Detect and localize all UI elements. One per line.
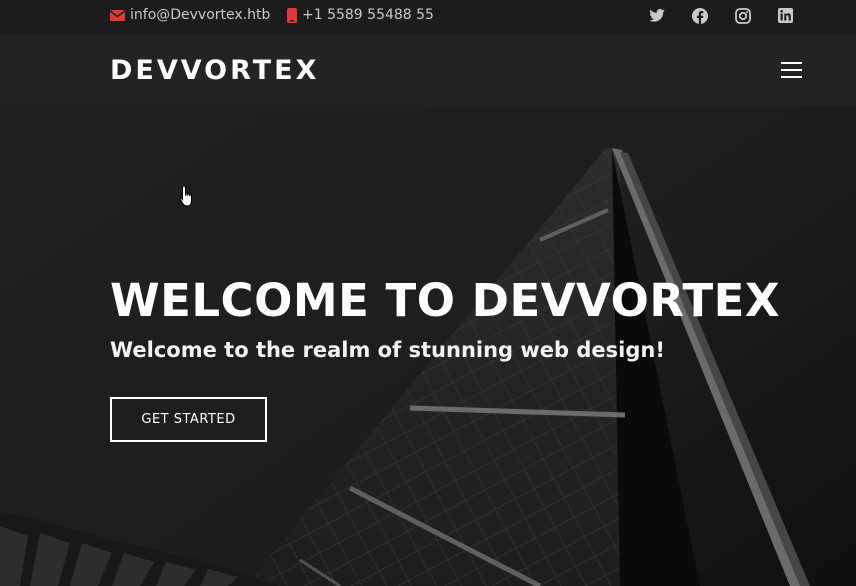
- contact-phone-text[interactable]: +1 5589 55488 55: [302, 7, 434, 23]
- hand-pointer-cursor-icon: [179, 185, 192, 207]
- envelope-icon: [110, 9, 125, 21]
- contact-phone[interactable]: +1 5589 55488 55: [287, 7, 434, 23]
- hero-title: WELCOME TO DEVVORTEX: [110, 274, 781, 327]
- facebook-icon[interactable]: [691, 7, 708, 24]
- social-links: [648, 7, 794, 24]
- twitter-icon[interactable]: [648, 7, 665, 24]
- hero-subtitle: Welcome to the realm of stunning web des…: [110, 338, 665, 362]
- site-logo[interactable]: DEVVORTEX: [110, 55, 319, 86]
- contact-email[interactable]: info@Devvortex.htb: [110, 7, 270, 23]
- hamburger-menu-icon[interactable]: [781, 61, 802, 79]
- get-started-button[interactable]: GET STARTED: [110, 397, 267, 442]
- phone-icon: [287, 7, 297, 23]
- contact-email-text[interactable]: info@Devvortex.htb: [130, 7, 270, 23]
- linkedin-icon[interactable]: [777, 7, 794, 24]
- instagram-icon[interactable]: [734, 7, 751, 24]
- top-contact-bar: info@Devvortex.htb +1 5589 55488 55: [0, 0, 856, 35]
- site-header: DEVVORTEX: [0, 35, 856, 105]
